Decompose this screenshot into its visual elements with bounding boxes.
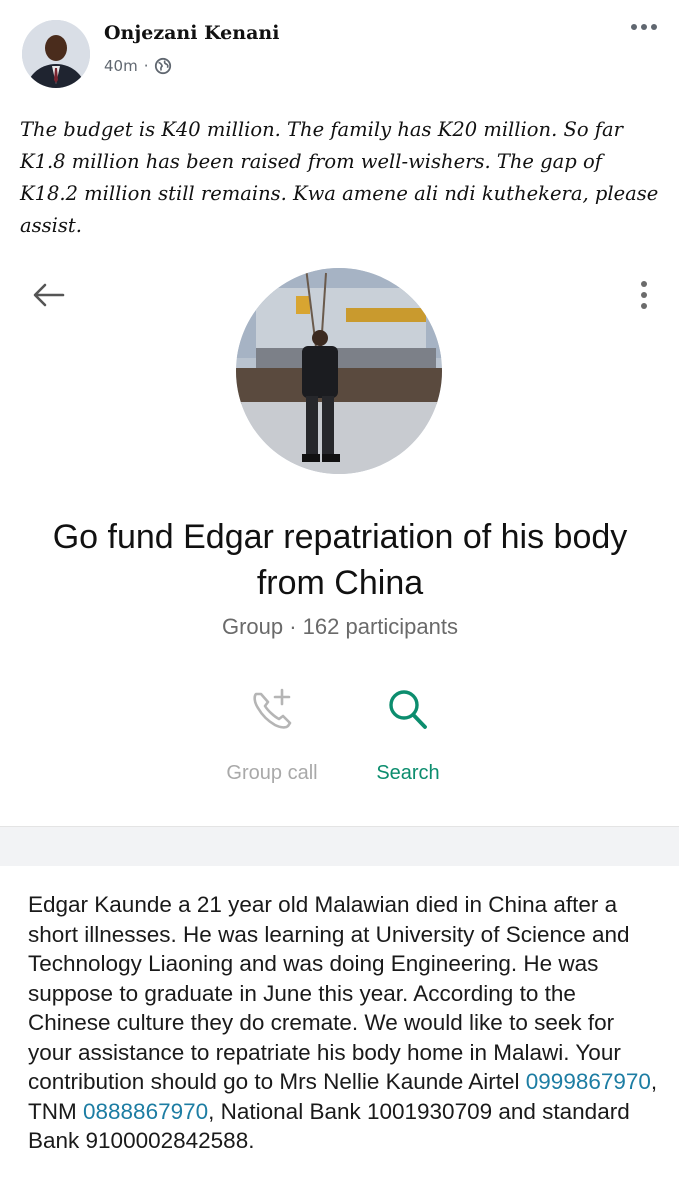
search-button[interactable]: Search [338, 684, 478, 785]
search-label: Search [376, 762, 440, 784]
author-name[interactable]: Onjezani Kenani [104, 22, 279, 44]
phone-link-tnm[interactable]: 0888867970 [83, 1099, 208, 1124]
back-arrow-icon[interactable] [30, 280, 66, 310]
group-photo[interactable] [236, 268, 442, 474]
section-divider [0, 826, 679, 867]
group-subtitle[interactable]: Group · 162 participants [40, 614, 640, 640]
description-text-1: Edgar Kaunde a 21 year old Malawian died… [28, 892, 630, 1094]
author-avatar[interactable] [22, 20, 90, 88]
meta-separator: · [143, 57, 149, 75]
post-time[interactable]: 40m [104, 57, 138, 75]
more-vertical-icon[interactable] [641, 281, 647, 309]
phone-link-airtel[interactable]: 0999867970 [526, 1069, 651, 1094]
group-description: Edgar Kaunde a 21 year old Malawian died… [28, 890, 658, 1156]
search-icon [389, 690, 427, 729]
post-header: Onjezani Kenani 40m · [0, 0, 679, 100]
group-call-label: Group call [226, 762, 318, 784]
post-text: The budget is K40 million. The family ha… [20, 118, 659, 237]
group-call-button[interactable]: Group call [202, 684, 342, 785]
globe-icon [155, 57, 172, 75]
add-call-icon [253, 688, 292, 729]
group-title: Go fund Edgar repatriation of his body f… [52, 518, 628, 602]
post-meta: 40m · [104, 57, 172, 75]
post-more-icon[interactable] [631, 24, 657, 30]
